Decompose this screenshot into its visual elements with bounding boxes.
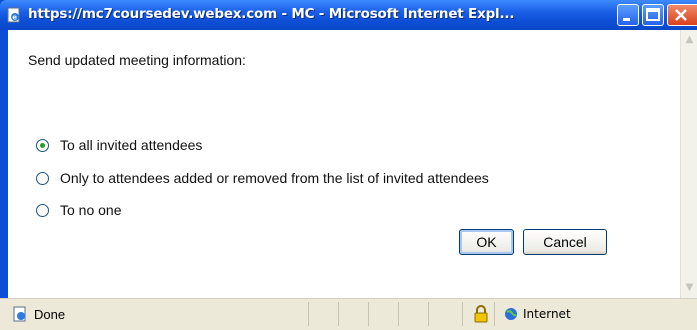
- status-pane-divider: [462, 302, 463, 326]
- internet-zone-icon: [505, 308, 517, 320]
- maximize-button[interactable]: [642, 4, 664, 26]
- vertical-scrollbar[interactable]: ▲ ▼: [680, 30, 697, 298]
- close-icon: [675, 9, 687, 21]
- option-all-attendees[interactable]: To all invited attendees: [36, 136, 202, 154]
- window-title: https://mc7coursedev.webex.com - MC - Mi…: [28, 6, 515, 22]
- status-text: Done: [34, 307, 66, 322]
- dialog-heading: Send updated meeting information:: [28, 52, 246, 68]
- scroll-up-icon[interactable]: ▲: [683, 32, 696, 48]
- minimize-icon: [623, 18, 630, 21]
- status-pane-divider: [428, 302, 429, 326]
- browser-popup-window: e https://mc7coursedev.webex.com - MC - …: [0, 0, 697, 330]
- page-done-icon: [13, 306, 26, 322]
- option-label[interactable]: To no one: [60, 202, 122, 218]
- minimize-button[interactable]: [617, 4, 639, 26]
- status-pane-divider: [398, 302, 399, 326]
- option-label[interactable]: To all invited attendees: [60, 137, 202, 153]
- status-pane-divider: [494, 302, 495, 326]
- lock-icon: [474, 305, 488, 323]
- scroll-down-icon[interactable]: ▼: [683, 280, 696, 296]
- option-changed-attendees[interactable]: Only to attendees added or removed from …: [36, 169, 489, 187]
- close-button[interactable]: [667, 4, 697, 26]
- radio-no-one[interactable]: [36, 203, 49, 217]
- cancel-button[interactable]: Cancel: [523, 229, 607, 255]
- ok-button[interactable]: OK: [459, 229, 514, 255]
- status-bar: Done Internet: [0, 298, 697, 330]
- status-pane-divider: [338, 302, 339, 326]
- status-pane-divider: [368, 302, 369, 326]
- status-pane-divider: [308, 302, 309, 326]
- zone-text: Internet: [523, 307, 571, 321]
- ie-page-icon: e: [7, 7, 20, 23]
- radio-all-attendees[interactable]: [36, 138, 49, 152]
- option-label[interactable]: Only to attendees added or removed from …: [60, 170, 489, 186]
- svg-text:e: e: [12, 14, 17, 22]
- dialog-content: [8, 30, 697, 298]
- title-bar[interactable]: e https://mc7coursedev.webex.com - MC - …: [0, 0, 697, 30]
- maximize-icon: [646, 8, 660, 21]
- radio-changed-attendees[interactable]: [36, 171, 49, 185]
- option-no-one[interactable]: To no one: [36, 201, 122, 219]
